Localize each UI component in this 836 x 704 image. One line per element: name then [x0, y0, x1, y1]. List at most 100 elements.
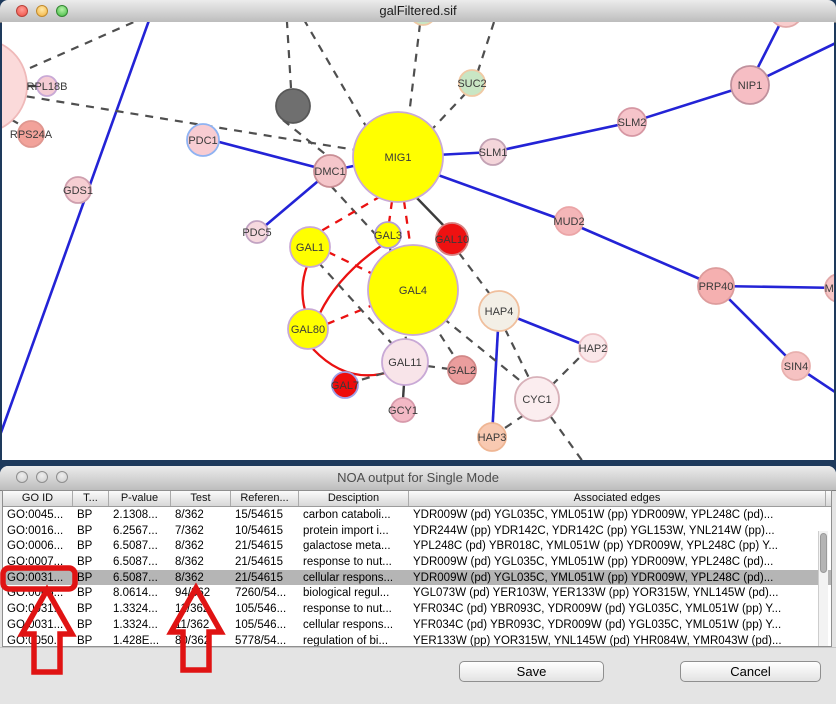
- node-label: GDS1: [63, 185, 93, 197]
- network-view[interactable]: RPS24ARPL18BGDS1PDC1DMC1MIG1PDC5SUC2NIP1…: [2, 22, 834, 460]
- edge: [404, 201, 411, 250]
- node-label: SUC2: [457, 78, 486, 90]
- table-cell: response to nut...: [299, 601, 409, 617]
- table-cell: YGL073W (pd) YER103W, YER133W (pp) YOR31…: [409, 585, 826, 601]
- edge: [313, 349, 392, 375]
- table-cell: GO:0006...: [3, 538, 73, 554]
- edge: [502, 415, 524, 430]
- network-canvas[interactable]: RPS24ARPL18BGDS1PDC1DMC1MIG1PDC5SUC2NIP1…: [2, 22, 834, 460]
- table-cell: cellular respons...: [299, 570, 409, 586]
- node-label: NIP1: [738, 80, 762, 92]
- table-cell: 8.0614...: [109, 585, 171, 601]
- edge: [478, 22, 494, 71]
- node-label: GCY1: [388, 405, 418, 417]
- table-cell: 6.5087...: [109, 554, 171, 570]
- table-row[interactable]: GO:0045...BP2.1308...8/36215/54615carbon…: [3, 507, 831, 523]
- table-cell: YFR034C (pd) YBR093C, YDR009W (pd) YGL03…: [409, 601, 826, 617]
- table-cell: GO:0016...: [3, 523, 73, 539]
- table-cell: galactose meta...: [299, 538, 409, 554]
- table-cell: YDR009W (pd) YGL035C, YML051W (pp) YDR00…: [409, 554, 826, 570]
- table-cell: YDR009W (pd) YGL035C, YML051W (pp) YDR00…: [409, 507, 826, 523]
- column-header-associated-edges[interactable]: Associated edges: [409, 491, 826, 506]
- table-row[interactable]: GO:0007...BP6.5087...8/36221/54615respon…: [3, 554, 831, 570]
- column-header-test[interactable]: Test: [171, 491, 231, 506]
- table-cell: biological regul...: [299, 585, 409, 601]
- table-cell: GO:0031...: [3, 617, 73, 633]
- edge: [568, 222, 716, 286]
- table-row[interactable]: GO:0031...BP6.5087...8/36221/54615cellul…: [3, 570, 831, 586]
- table-cell: 8/362: [171, 507, 231, 523]
- scrollbar-thumb[interactable]: [820, 533, 827, 573]
- table-row[interactable]: GO:0031...BP1.3324...11/362105/546...res…: [3, 601, 831, 617]
- table-row[interactable]: GO:0031...BP1.3324...11/362105/546...cel…: [3, 617, 831, 633]
- table-cell: BP: [73, 507, 109, 523]
- edge: [30, 22, 170, 68]
- column-header-referen-[interactable]: Referen...: [231, 491, 299, 506]
- node-label: PRP40: [699, 281, 734, 293]
- node-unlabeled[interactable]: [410, 22, 436, 25]
- network-window-titlebar[interactable]: galFiltered.sif: [0, 0, 836, 23]
- table-cell: BP: [73, 538, 109, 554]
- table-cell: GO:0065...: [3, 585, 73, 601]
- table-cell: response to nut...: [299, 554, 409, 570]
- table-cell: carbon cataboli...: [299, 507, 409, 523]
- node-label: PDC1: [188, 135, 217, 147]
- table-cell: BP: [73, 601, 109, 617]
- table-cell: 7/362: [171, 523, 231, 539]
- node-label: MUD2: [553, 216, 584, 228]
- column-header-t-[interactable]: T...: [73, 491, 109, 506]
- node-label: SLM1: [479, 147, 508, 159]
- network-window-title: galFiltered.sif: [0, 3, 836, 18]
- cancel-button[interactable]: Cancel: [680, 661, 821, 682]
- node-label: GAL4: [399, 285, 427, 297]
- vertical-scrollbar[interactable]: [818, 531, 828, 647]
- table-row[interactable]: GO:0065...BP8.0614...94/3627260/54...bio…: [3, 585, 831, 601]
- edge: [389, 201, 392, 223]
- noa-window-titlebar[interactable]: NOA output for Single Mode: [0, 466, 836, 491]
- node-label: GAL7: [331, 380, 359, 392]
- node-label: GAL3: [374, 230, 402, 242]
- table-cell: YDR244W (pp) YDR142C, YDR142C (pp) YGL15…: [409, 523, 826, 539]
- table-row[interactable]: GO:0006...BP6.5087...8/36221/54615galact…: [3, 538, 831, 554]
- node-label: PDC5: [242, 227, 271, 239]
- table-cell: 80/362: [171, 633, 231, 648]
- node-unlabeled[interactable]: [276, 89, 310, 123]
- column-header-go-id[interactable]: GO ID: [3, 491, 73, 506]
- table-cell: 2.1308...: [109, 507, 171, 523]
- table-cell: GO:0007...: [3, 554, 73, 570]
- table-cell: GO:0050...: [3, 633, 73, 648]
- noa-window: NOA output for Single Mode GO IDT...P-va…: [0, 466, 836, 704]
- node-label: RPS24A: [10, 129, 53, 141]
- table-cell: 10/54615: [231, 523, 299, 539]
- edge: [427, 366, 449, 369]
- node-unlabeled[interactable]: [2, 39, 27, 133]
- edge: [283, 120, 330, 158]
- save-button[interactable]: Save: [459, 661, 604, 682]
- table-cell: protein import i...: [299, 523, 409, 539]
- edge: [415, 196, 446, 228]
- table-cell: YPL248C (pd) YBR018C, YML051W (pp) YDR00…: [409, 538, 826, 554]
- table-cell: YER133W (pp) YOR315W, YNL145W (pd) YHR08…: [409, 633, 826, 648]
- table-cell: BP: [73, 633, 109, 648]
- table-cell: 6.5087...: [109, 538, 171, 554]
- table-row[interactable]: GO:0050...BP1.428E...80/3625778/54...reg…: [3, 633, 831, 648]
- node-label: GAL11: [388, 357, 421, 369]
- node-unlabeled[interactable]: [769, 22, 803, 27]
- table-cell: 94/362: [171, 585, 231, 601]
- column-header-desciption[interactable]: Desciption: [299, 491, 409, 506]
- noa-table-body: GO:0045...BP2.1308...8/36215/54615carbon…: [3, 507, 831, 647]
- network-window: galFiltered.sif RPS24ARPL18BGDS1PDC1DMC1…: [0, 0, 836, 464]
- table-row[interactable]: GO:0016...BP6.2567...7/36210/54615protei…: [3, 523, 831, 539]
- column-header-p-value[interactable]: P-value: [109, 491, 171, 506]
- table-cell: 105/546...: [231, 617, 299, 633]
- table-cell: 5778/54...: [231, 633, 299, 648]
- edge: [286, 22, 291, 88]
- node-label: GAL1: [296, 242, 324, 254]
- node-label: GAL80: [291, 324, 325, 336]
- table-cell: YFR034C (pd) YBR093C, YDR009W (pd) YGL03…: [409, 617, 826, 633]
- table-cell: 6.2567...: [109, 523, 171, 539]
- node-label: DMC1: [314, 166, 345, 178]
- edge: [551, 417, 586, 460]
- table-cell: 15/54615: [231, 507, 299, 523]
- table-cell: 21/54615: [231, 538, 299, 554]
